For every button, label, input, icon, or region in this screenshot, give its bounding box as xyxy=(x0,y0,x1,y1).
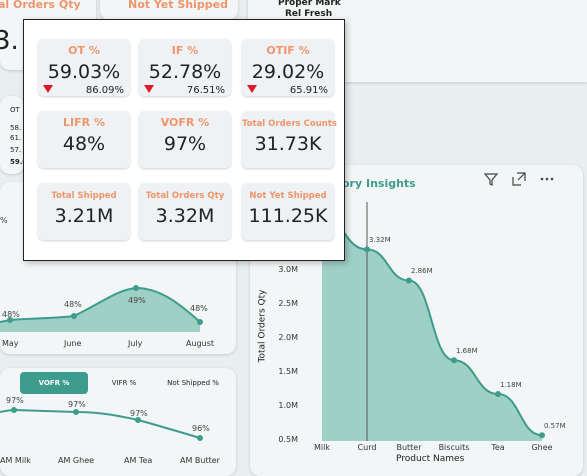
kpi-popup: OT % 59.03% 86.09% IF % 52.78% 76.51% OT… xyxy=(23,19,345,261)
kpi-total-orders-counts-label: Total Orders Counts xyxy=(242,119,337,129)
kpi-vofr-label: VOFR % xyxy=(160,116,210,129)
kpi-total-shipped-value: 3.21M xyxy=(54,205,114,227)
total-orders-qty-label: al Orders Qty xyxy=(0,0,81,11)
month-may: May xyxy=(2,339,19,348)
fill-point-ghee[interactable] xyxy=(73,409,79,415)
area-fill xyxy=(322,217,542,441)
kpi-card-total-orders-counts[interactable]: Total Orders Counts 31.73K xyxy=(242,111,337,168)
ot-value-3: 57. xyxy=(10,146,22,154)
kpi-otif-label: OTIF % xyxy=(266,44,310,57)
kpi-total-orders-qty-label: Total Orders Qty xyxy=(145,191,225,201)
kpi-not-yet-shipped-label: Not Yet Shipped xyxy=(249,191,327,201)
month-august: August xyxy=(186,339,214,348)
kpi-ot-value: 59.03% xyxy=(47,61,121,83)
area-point-ghee[interactable] xyxy=(539,432,545,439)
month-july: July xyxy=(128,339,143,348)
kpi-if-label: IF % xyxy=(171,44,199,57)
fill-label-butter: 96% xyxy=(192,424,210,433)
data-label-butter: 2.86M xyxy=(411,267,433,276)
kpi-ot-delta: 86.09% xyxy=(85,85,124,96)
area-point-biscuits[interactable] xyxy=(451,357,457,364)
product-am-ghee: AM Ghee xyxy=(58,456,95,465)
kpi-ot-label: OT % xyxy=(68,44,100,57)
fill-label-ghee: 97% xyxy=(68,400,86,409)
x-tick-butter: Butter xyxy=(396,443,422,452)
data-label-ghee: 0.57M xyxy=(544,422,566,431)
kpi-not-yet-shipped-value: 111.25K xyxy=(248,205,328,227)
fill-point-milk[interactable] xyxy=(11,407,17,413)
monthly-label-august: 48% xyxy=(190,304,208,313)
down-arrow-icon xyxy=(43,85,53,93)
data-label-tea: 1.18M xyxy=(500,381,522,390)
product-am-milk: AM Milk xyxy=(0,456,31,465)
kpi-card-not-yet-shipped[interactable]: Not Yet Shipped 111.25K xyxy=(242,183,334,240)
kpi-card-if[interactable]: IF % 52.78% 76.51% xyxy=(139,39,231,96)
fill-point-butter[interactable] xyxy=(197,435,203,441)
kpi-card-total-shipped[interactable]: Total Shipped 3.21M xyxy=(38,183,130,240)
x-tick-ghee: Ghee xyxy=(531,443,553,452)
kpi-lifr-label: LIFR % xyxy=(63,116,105,129)
x-tick-biscuits: Biscuits xyxy=(438,443,470,452)
area-point-butter[interactable] xyxy=(406,277,412,284)
fill-rate-chart: VOFR % VIFR % Not Shipped % 97% 97% 97% … xyxy=(0,368,236,476)
kpi-if-delta: 76.51% xyxy=(186,85,225,96)
product-am-tea: AM Tea xyxy=(124,456,153,465)
ot-table-card: OT 58. 61. 57. 59.0 xyxy=(0,96,24,174)
table-header-proper-mark: Proper Mark xyxy=(278,0,341,8)
kpi-total-shipped-label: Total Shipped xyxy=(51,191,117,201)
monthly-point-august[interactable] xyxy=(197,319,203,325)
data-label-curd: 3.32M xyxy=(369,236,391,245)
fill-rate-line xyxy=(0,408,201,439)
monthly-point-june[interactable] xyxy=(71,313,77,319)
ot-column-header: OT xyxy=(10,106,20,114)
data-label-biscuits: 1.68M xyxy=(456,347,478,356)
month-june: June xyxy=(64,339,82,348)
not-yet-shipped-label: Not Yet Shipped xyxy=(128,0,228,11)
kpi-vofr-value: 97% xyxy=(163,133,207,155)
not-yet-shipped-card: Not Yet Shipped xyxy=(100,0,238,20)
kpi-total-orders-counts-value: 31.73K xyxy=(254,133,322,155)
monthly-point-july[interactable] xyxy=(133,285,139,291)
fill-label-tea: 97% xyxy=(130,409,148,418)
product-am-butter: AM Butter xyxy=(180,456,220,465)
kpi-if-value: 52.78% xyxy=(148,61,222,83)
x-tick-milk: Milk xyxy=(314,443,330,452)
x-tick-curd: Curd xyxy=(357,443,377,452)
kpi-card-ot[interactable]: OT % 59.03% 86.09% xyxy=(38,39,130,96)
down-arrow-icon xyxy=(144,85,154,93)
kpi-total-orders-qty-value: 3.32M xyxy=(155,205,215,227)
kpi-otif-value: 29.02% xyxy=(251,61,325,83)
kpi-lifr-value: 48% xyxy=(62,133,106,155)
monthly-area xyxy=(0,288,200,332)
kpi-card-otif[interactable]: OTIF % 29.02% 65.91% xyxy=(242,39,334,96)
monthly-label-june: 48% xyxy=(64,300,82,309)
total-orders-qty-value: 3. xyxy=(0,26,19,56)
down-arrow-icon xyxy=(247,85,257,93)
kpi-card-vofr[interactable]: VOFR % 97% xyxy=(139,111,231,168)
ot-value-total: 59.0 xyxy=(10,158,24,166)
monthly-label-july: 49% xyxy=(128,296,146,305)
x-tick-tea: Tea xyxy=(491,443,505,452)
kpi-card-lifr[interactable]: LIFR % 48% xyxy=(38,111,130,168)
ot-value-2: 61. xyxy=(10,134,22,142)
kpi-otif-delta: 65.91% xyxy=(289,85,328,96)
ot-value-1: 58. xyxy=(10,124,22,132)
kpi-card-total-orders-qty[interactable]: Total Orders Qty 3.32M xyxy=(139,183,231,240)
table-header-rel-fresh: Rel Fresh xyxy=(285,9,333,19)
fill-label-milk: 97% xyxy=(6,396,24,405)
monthly-label-may: 48% xyxy=(2,310,20,319)
area-point-tea[interactable] xyxy=(495,391,501,398)
area-point-curd[interactable] xyxy=(364,246,370,253)
x-axis-label: Product Names xyxy=(396,454,465,464)
